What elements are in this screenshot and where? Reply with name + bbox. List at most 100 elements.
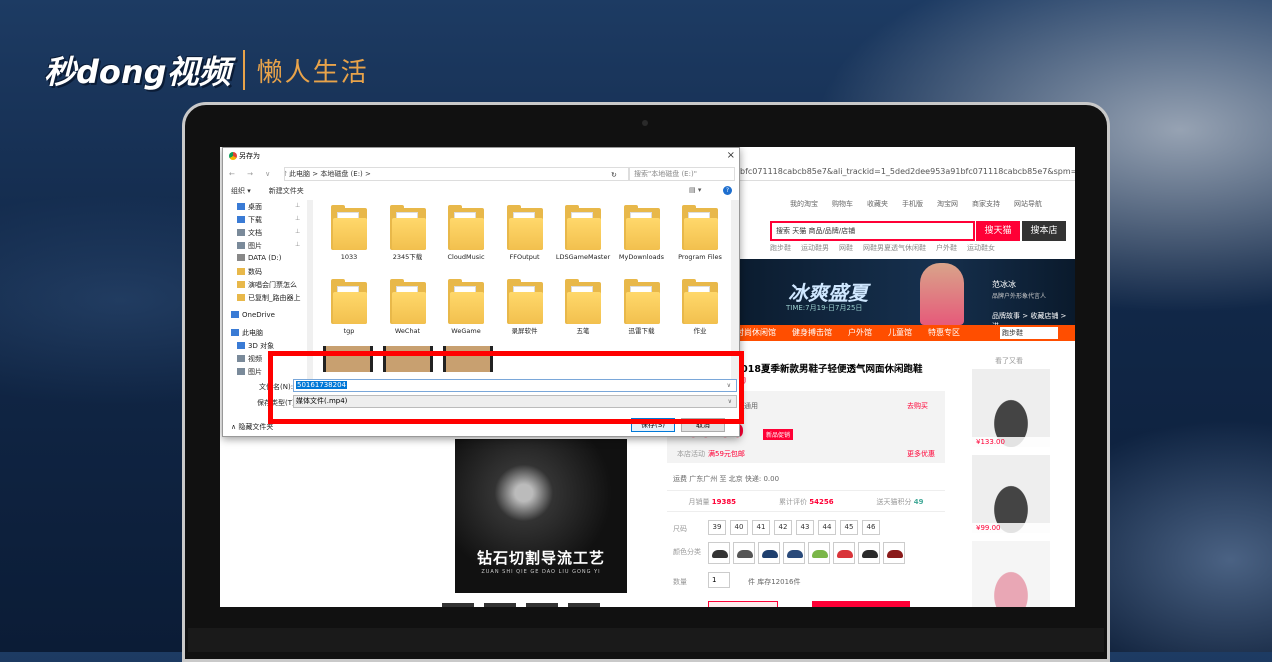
browser-url-bar[interactable]: bfc071118cabcb85e7&ali_trackid=1_5ded2de… — [740, 163, 1075, 181]
folder-item[interactable]: CloudMusic — [436, 205, 496, 261]
folder-item[interactable]: 五笔 — [553, 279, 613, 335]
category-search-input[interactable]: 跑步鞋 — [1000, 327, 1058, 339]
tree-item[interactable]: 文档 — [237, 228, 262, 238]
topnav-item[interactable]: 我的淘宝 — [790, 199, 818, 209]
color-option[interactable] — [733, 542, 755, 564]
hotword-link[interactable]: 网鞋男夏透气休闲鞋 — [863, 243, 926, 253]
color-option[interactable] — [883, 542, 905, 564]
tree-item-label: 桌面 — [248, 203, 262, 211]
color-option[interactable] — [833, 542, 855, 564]
path-breadcrumb[interactable]: 此电脑 > 本地磁盘 (E:) > — [284, 167, 629, 181]
size-option[interactable]: 40 — [730, 520, 748, 535]
tree-item[interactable]: 桌面 — [237, 202, 262, 212]
category-item[interactable]: 儿童馆 — [888, 325, 912, 341]
folder-item[interactable]: MyDownloads — [612, 205, 672, 261]
topnav-item[interactable]: 手机版 — [902, 199, 923, 209]
hotwords: 跑步鞋 运动鞋男 网鞋 网鞋男夏透气休闲鞋 户外鞋 运动鞋女 — [770, 243, 995, 253]
category-item[interactable]: 特惠专区 — [928, 325, 960, 341]
taobao-link[interactable]: 去购买 — [907, 401, 928, 411]
folder-item[interactable]: WeChat — [378, 279, 438, 335]
hotword-link[interactable]: 运动鞋女 — [967, 243, 995, 253]
topnav-item[interactable]: 商家支持 — [972, 199, 1000, 209]
size-option[interactable]: 45 — [840, 520, 858, 535]
tree-item[interactable]: 视频 — [237, 354, 262, 364]
product-main-image[interactable]: 钻石切割导流工艺 ZUAN SHI QIE GE DAO LIU GONG YI — [455, 439, 627, 593]
folder-item[interactable]: 录屏软件 — [495, 279, 555, 335]
tree-item[interactable]: 数码 — [237, 267, 262, 277]
folder-icon — [565, 279, 601, 324]
refresh-icon[interactable]: ↻ — [611, 167, 617, 183]
add-to-cart-button[interactable] — [812, 601, 910, 607]
pin-icon[interactable]: ⊥ — [295, 202, 300, 209]
hotword-link[interactable]: 运动鞋男 — [801, 243, 829, 253]
color-option[interactable] — [708, 542, 730, 564]
tree-item[interactable]: 图片 — [237, 241, 262, 251]
help-icon[interactable]: ? — [723, 186, 732, 195]
folder-item[interactable]: 2345下载 — [378, 205, 438, 261]
category-item[interactable]: 户外馆 — [848, 325, 872, 341]
topnav-item[interactable]: 淘宝网 — [937, 199, 958, 209]
size-option[interactable]: 43 — [796, 520, 814, 535]
size-option[interactable]: 44 — [818, 520, 836, 535]
tree-item[interactable]: 下载 — [237, 215, 262, 225]
folder-item[interactable]: WeGame — [436, 279, 496, 335]
tree-item[interactable]: OneDrive — [231, 311, 275, 319]
folder-item[interactable]: LDSGameMaster — [553, 205, 613, 261]
view-options-button[interactable]: ▤ ▾ — [689, 186, 701, 194]
shipping-info: 运费 广东广州 至 北京 快递: 0.00 — [673, 475, 780, 483]
folder-item[interactable]: 作业 — [670, 279, 730, 335]
pin-icon[interactable]: ⊥ — [295, 241, 300, 248]
thumbnail[interactable] — [526, 603, 558, 607]
folder-label: 2345下载 — [392, 253, 423, 261]
folder-item[interactable]: 迅雷下载 — [612, 279, 672, 335]
close-icon[interactable]: × — [727, 148, 735, 164]
tree-item[interactable]: 演唱会门票怎么 — [237, 280, 297, 290]
folder-item[interactable]: Program Files — [670, 205, 730, 261]
hide-folders-toggle[interactable]: ∧ 隐藏文件夹 — [231, 422, 273, 432]
dialog-search-input[interactable]: 搜索"本地磁盘 (E:)" — [629, 167, 735, 181]
category-item[interactable]: 健身搏击馆 — [792, 325, 832, 341]
size-option[interactable]: 42 — [774, 520, 792, 535]
tree-item[interactable]: 已复制_路由器上 — [237, 293, 301, 303]
color-option[interactable] — [808, 542, 830, 564]
color-option[interactable] — [758, 542, 780, 564]
recommended-product[interactable]: ¥133.00 — [972, 369, 1050, 447]
size-option[interactable]: 39 — [708, 520, 726, 535]
color-option[interactable] — [858, 542, 880, 564]
tree-item[interactable]: 此电脑 — [231, 328, 263, 338]
thumbnail[interactable] — [442, 603, 474, 607]
topnav-item[interactable]: 收藏夹 — [867, 199, 888, 209]
hotword-link[interactable]: 跑步鞋 — [770, 243, 791, 253]
recommended-product[interactable]: ¥99.00 — [972, 455, 1050, 533]
color-option[interactable] — [783, 542, 805, 564]
promo-text: 满59元包邮 — [708, 450, 745, 458]
search-shop-button[interactable]: 搜本店 — [1022, 221, 1066, 241]
pin-icon[interactable]: ⊥ — [295, 215, 300, 222]
new-folder-button[interactable]: 新建文件夹 — [269, 186, 304, 196]
tree-item[interactable]: DATA (D:) — [237, 254, 281, 262]
recommended-product[interactable] — [972, 541, 1050, 607]
buy-now-button[interactable] — [708, 601, 778, 607]
organize-button[interactable]: 组织 ▾ — [231, 186, 251, 196]
review-count[interactable]: 累计评价 54256 — [779, 491, 834, 511]
tree-item[interactable]: 3D 对象 — [237, 341, 274, 351]
size-option[interactable]: 41 — [752, 520, 770, 535]
brand-divider — [242, 50, 245, 90]
hotword-link[interactable]: 户外鞋 — [936, 243, 957, 253]
category-item[interactable]: 时尚休闲馆 — [736, 325, 776, 341]
topnav-item[interactable]: 网站导航 — [1014, 199, 1042, 209]
thumbnail[interactable] — [484, 603, 516, 607]
topnav-item[interactable]: 购物车 — [832, 199, 853, 209]
pin-icon[interactable]: ⊥ — [295, 228, 300, 235]
search-tmall-button[interactable]: 搜天猫 — [976, 221, 1020, 241]
folder-item[interactable]: FFOutput — [495, 205, 555, 261]
size-option[interactable]: 46 — [862, 520, 880, 535]
folder-item[interactable]: tgp — [319, 279, 379, 335]
folder-item[interactable]: 1033 — [319, 205, 379, 261]
thumbnail[interactable] — [568, 603, 600, 607]
shop-search-input[interactable]: 搜索 天猫 商品/品牌/店铺 — [770, 221, 975, 241]
more-offers-link[interactable]: 更多优惠 — [907, 449, 935, 459]
tree-item[interactable]: 图片 — [237, 367, 262, 377]
quantity-input[interactable]: 1 — [708, 572, 730, 588]
hotword-link[interactable]: 网鞋 — [839, 243, 853, 253]
